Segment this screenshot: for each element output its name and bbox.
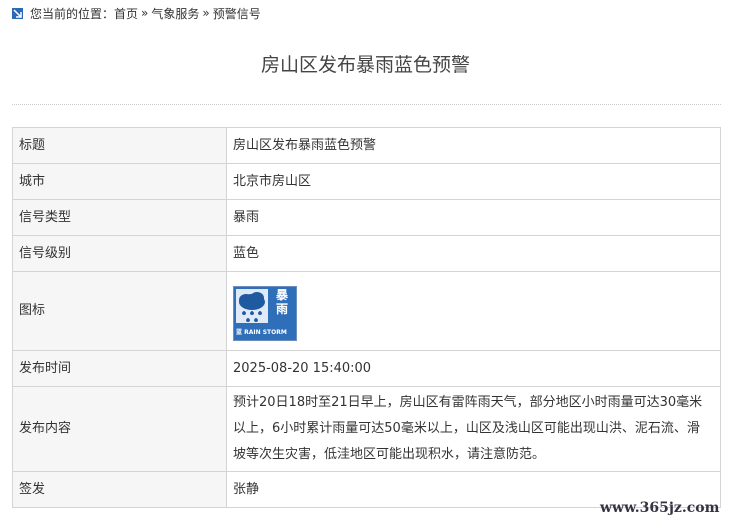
- row-label: 图标: [12, 271, 227, 351]
- row-label: 发布时间: [12, 350, 227, 387]
- breadcrumb-separator: »: [202, 6, 210, 20]
- row-label: 签发: [12, 471, 227, 508]
- warning-icon-characters: 暴 雨: [271, 288, 293, 316]
- row-value: 预计20日18时至21日早上，房山区有雷阵雨天气，部分地区小时雨量可达30毫米以…: [226, 386, 721, 472]
- table-row-signal-type: 信号类型 暴雨: [12, 199, 721, 236]
- breadcrumb: 您当前的位置： 首页 » 气象服务 » 预警信号: [12, 4, 261, 22]
- row-label: 发布内容: [12, 386, 227, 472]
- table-row-icon: 图标 暴 雨 蓝 RAIN STORM: [12, 271, 721, 351]
- row-value: 北京市房山区: [226, 163, 721, 200]
- warning-icon-level: 蓝: [236, 328, 243, 336]
- watermark: www.365jz.com: [600, 500, 720, 516]
- row-label: 标题: [12, 127, 227, 164]
- warning-icon-footer: 蓝 RAIN STORM: [236, 327, 294, 338]
- warning-icon-char: 暴: [275, 287, 288, 302]
- row-label: 城市: [12, 163, 227, 200]
- breadcrumb-home-link[interactable]: 首页: [114, 5, 138, 22]
- rainstorm-blue-warning-icon: 暴 雨 蓝 RAIN STORM: [233, 285, 297, 341]
- breadcrumb-prefix: 您当前的位置：: [30, 6, 115, 21]
- rain-cloud-icon: [236, 288, 268, 323]
- row-value: 2025-08-20 15:40:00: [226, 350, 721, 387]
- warning-info-table: 标题 房山区发布暴雨蓝色预警 城市 北京市房山区 信号类型 暴雨 信号级别 蓝色…: [12, 127, 721, 508]
- warning-content-text: 预计20日18时至21日早上，房山区有雷阵雨天气，部分地区小时雨量可达30毫米以…: [233, 395, 703, 462]
- divider: [12, 104, 721, 105]
- table-row-signal-level: 信号级别 蓝色: [12, 235, 721, 272]
- breadcrumb-separator: »: [141, 6, 149, 20]
- location-arrow-icon: [12, 7, 23, 19]
- table-row-content: 发布内容 预计20日18时至21日早上，房山区有雷阵雨天气，部分地区小时雨量可达…: [12, 386, 721, 472]
- row-value: 暴雨: [226, 199, 721, 236]
- row-label: 信号类型: [12, 199, 227, 236]
- table-row-publish-time: 发布时间 2025-08-20 15:40:00: [12, 350, 721, 387]
- warning-icon-char: 雨: [275, 301, 288, 316]
- table-row-title: 标题 房山区发布暴雨蓝色预警: [12, 127, 721, 164]
- row-value: 蓝色: [226, 235, 721, 272]
- row-label: 信号级别: [12, 235, 227, 272]
- breadcrumb-weather-service-link[interactable]: 气象服务: [151, 5, 199, 22]
- page-title: 房山区发布暴雨蓝色预警: [260, 54, 470, 76]
- row-value: 房山区发布暴雨蓝色预警: [226, 127, 721, 164]
- breadcrumb-warning-signal-link[interactable]: 预警信号: [213, 5, 261, 22]
- warning-icon-english: RAIN STORM: [244, 328, 287, 336]
- table-row-city: 城市 北京市房山区: [12, 163, 721, 200]
- row-value: 暴 雨 蓝 RAIN STORM: [226, 271, 721, 351]
